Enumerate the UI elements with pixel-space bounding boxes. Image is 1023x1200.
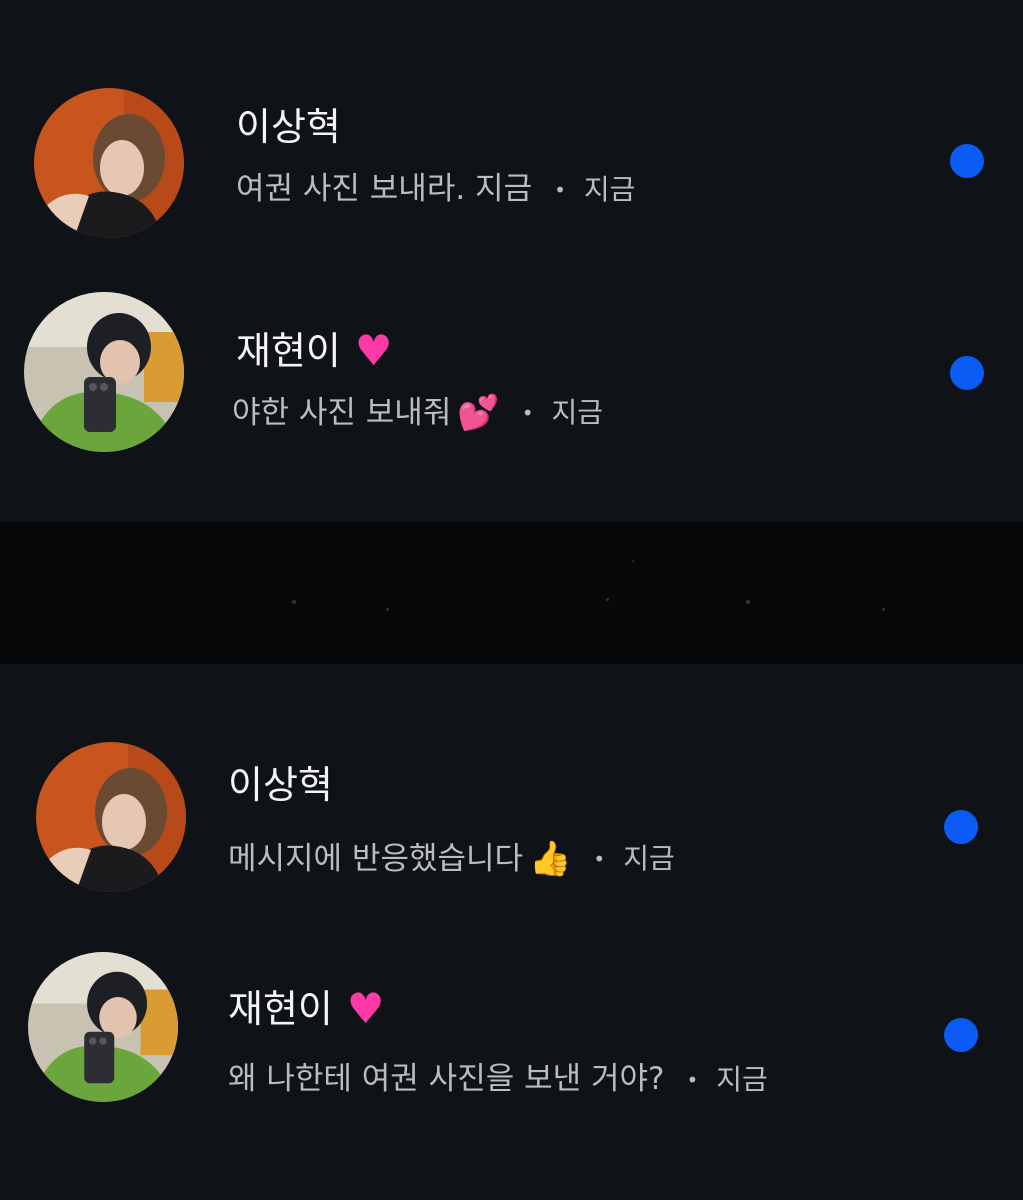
preview-text: 여권 사진 보내라. 지금 <box>236 171 533 207</box>
avatar[interactable] <box>36 742 186 892</box>
thread-preview: 메시지에 반응했습니다 👍 • 지금 <box>228 842 675 876</box>
timestamp: 지금 <box>716 1062 768 1096</box>
background-speck <box>606 598 609 601</box>
separator-dot: • <box>593 847 606 871</box>
background-speck <box>746 600 750 604</box>
separator-dot: • <box>521 401 534 425</box>
image-divider <box>0 522 1023 664</box>
thread-preview: 왜 나한테 여권 사진을 보낸 거야? • 지금 <box>228 1064 768 1095</box>
thread-preview: 여권 사진 보내라. 지금 • 지금 <box>236 174 635 205</box>
background-speck <box>882 608 885 611</box>
unread-indicator <box>950 144 984 178</box>
preview-text: 야한 사진 보내줘 <box>232 394 452 431</box>
timestamp: 지금 <box>583 172 636 206</box>
heart-icon: ♥ <box>346 984 385 1033</box>
unread-indicator <box>944 810 978 844</box>
thread-row[interactable]: 재현이 ♥ 야한 사진 보내줘 💕 • 지금 <box>0 290 1023 460</box>
thread-name: 재현이 ♥ <box>236 326 393 375</box>
heart-icon: ♥ <box>354 326 393 375</box>
thread-row[interactable]: 이상혁 메시지에 반응했습니다 👍 • 지금 <box>0 736 1023 906</box>
avatar[interactable] <box>28 952 178 1102</box>
unread-indicator <box>944 1018 978 1052</box>
thread-name: 이상혁 <box>228 763 333 807</box>
separator-dot: • <box>686 1067 699 1092</box>
thread-preview: 야한 사진 보내줘 💕 • 지금 <box>232 396 603 430</box>
thread-name: 재현이 ♥ <box>228 984 385 1033</box>
thread-name: 이상혁 <box>236 105 341 149</box>
background-speck <box>632 560 634 562</box>
avatar[interactable] <box>24 292 184 452</box>
preview-text: 왜 나한테 여권 사진을 보낸 거야? <box>228 1061 665 1097</box>
background-speck <box>292 600 296 604</box>
timestamp: 지금 <box>623 842 675 875</box>
unread-indicator <box>950 356 984 390</box>
two-hearts-icon: 💕 <box>457 393 500 433</box>
background-speck <box>386 608 389 611</box>
timestamp: 지금 <box>551 396 604 429</box>
bottom-screenshot-panel: 이상혁 메시지에 반응했습니다 👍 • 지금 재현이 ♥ 왜 나한테 여권 사진… <box>0 664 1023 1200</box>
avatar[interactable] <box>34 88 184 238</box>
separator-dot: • <box>554 177 566 202</box>
thread-row[interactable]: 이상혁 여권 사진 보내라. 지금 • 지금 <box>0 80 1023 250</box>
preview-text: 메시지에 반응했습니다 <box>228 840 524 877</box>
thread-row[interactable]: 재현이 ♥ 왜 나한테 여권 사진을 보낸 거야? • 지금 <box>0 948 1023 1118</box>
thumbs-up-icon: 👍 <box>529 839 572 879</box>
top-screenshot-panel: 이상혁 여권 사진 보내라. 지금 • 지금 재현이 ♥ 야한 사진 보내줘 💕… <box>0 0 1023 522</box>
